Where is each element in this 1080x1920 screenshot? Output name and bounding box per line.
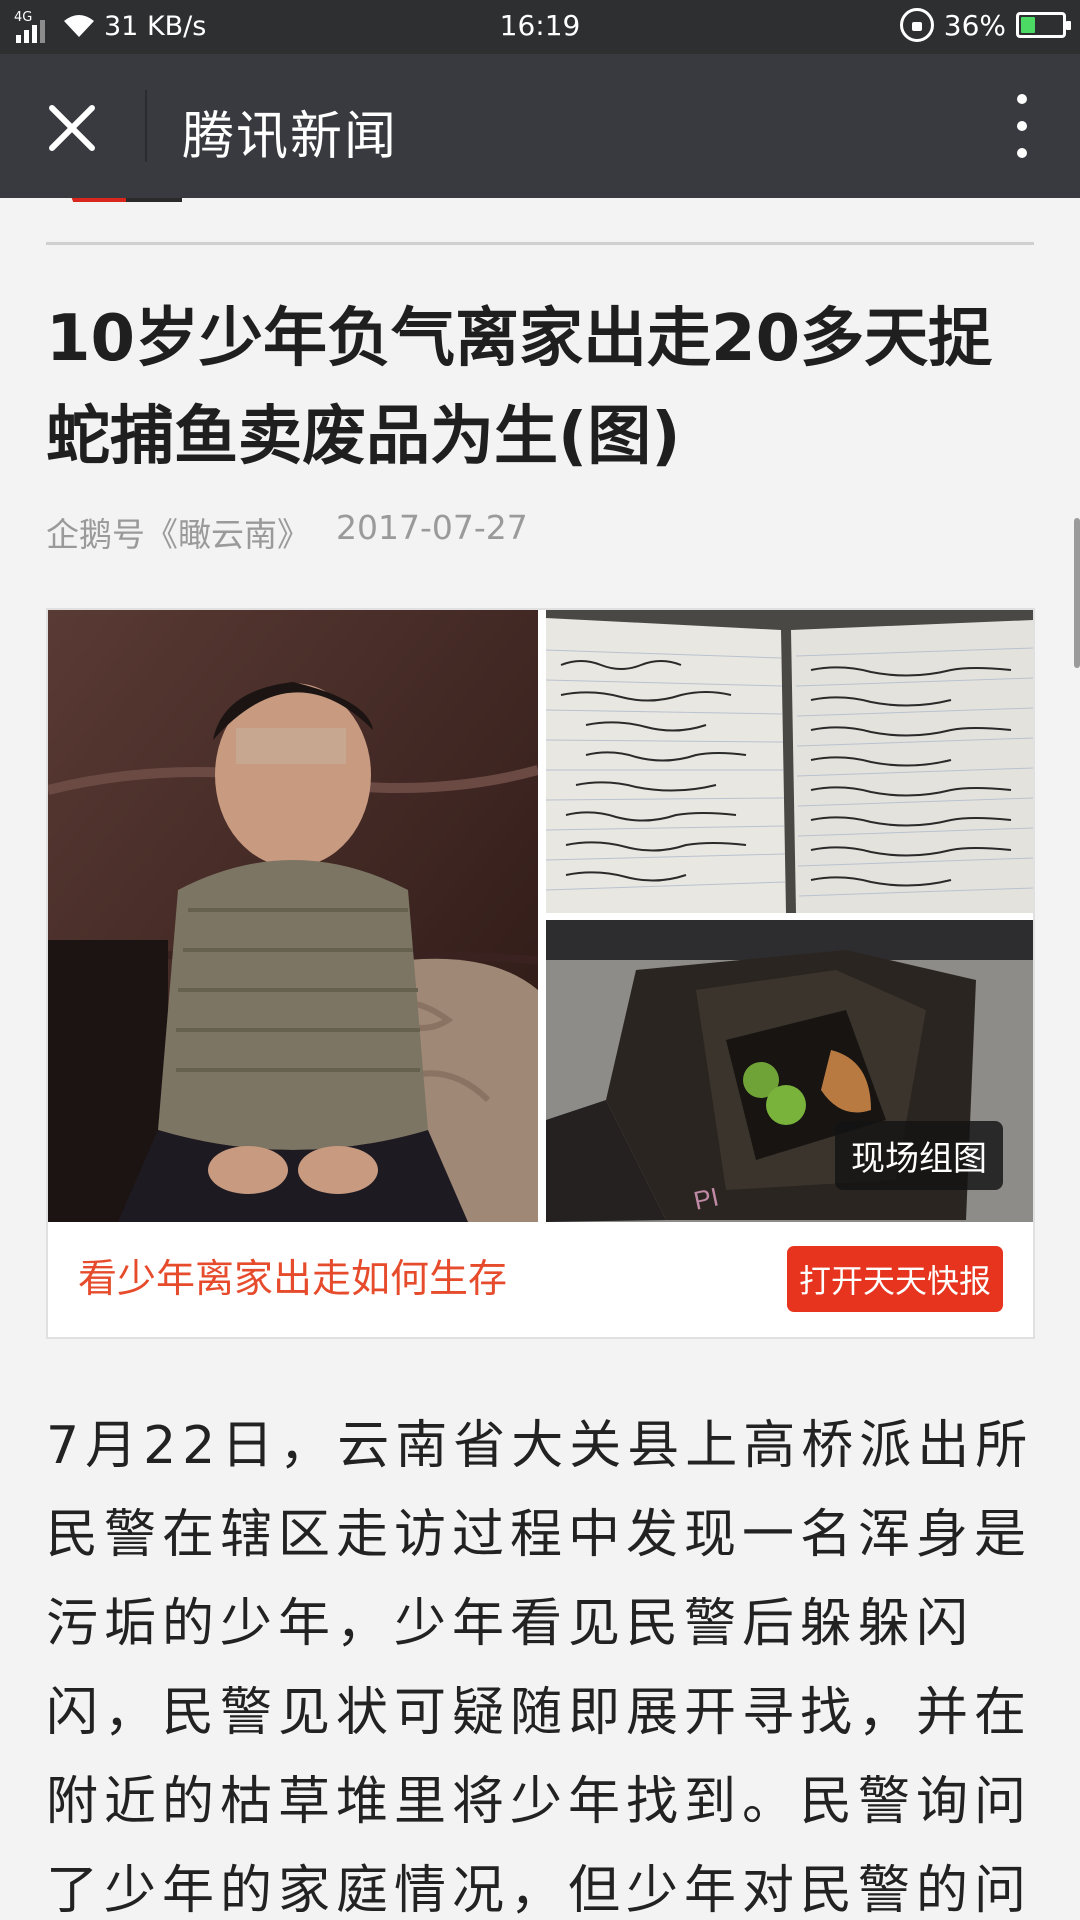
article-title: 10岁少年负气离家出走20多天捉蛇捕鱼卖废品为生(图) [46,302,993,474]
article-meta: 企鹅号《瞰云南》 2017-07-27 [46,508,528,556]
photo-bag[interactable]: PI 现场组图 [546,920,1033,1222]
gallery-badge: 现场组图 [835,1121,1003,1190]
rotation-lock-icon [899,8,934,42]
gallery-caption[interactable]: 看少年离家出走如何生存 [78,1248,507,1304]
publisher-logo [46,198,286,204]
app-bar-title: 腾讯新闻 [182,107,399,167]
scrollbar[interactable] [1074,518,1080,668]
app-bar: 腾讯新闻 [0,54,1080,198]
photo-boy[interactable] [48,610,538,1222]
status-bar: 4G 31 KB/s 16:19 36% [0,0,1080,54]
image-gallery-card[interactable]: PI 现场组图 看少年离家出走如何生存 打开天天快报 [46,608,1035,1339]
open-app-button[interactable]: 打开天天快报 [786,1246,1003,1312]
app-bar-divider [145,90,147,162]
battery-percent: 36% [943,8,1006,42]
photo-notebook[interactable] [546,610,1033,913]
article-content[interactable]: 10岁少年负气离家出走20多天捉蛇捕鱼卖废品为生(图) 企鹅号《瞰云南》 201… [0,198,1080,1920]
article-date: 2017-07-27 [336,508,528,547]
article-body: 7月22日，云南省大关县上高桥派出所民警在辖区走访过程中发现一名浑身是污垢的少年… [46,1416,1034,1920]
header-divider [46,242,1034,245]
more-vertical-icon[interactable] [1002,94,1042,158]
photo-collage[interactable]: PI 现场组图 [48,610,1033,1222]
battery-level [1021,17,1035,33]
article-source[interactable]: 企鹅号《瞰云南》 [46,508,310,556]
close-icon[interactable] [44,100,100,156]
battery-icon [1016,12,1071,38]
